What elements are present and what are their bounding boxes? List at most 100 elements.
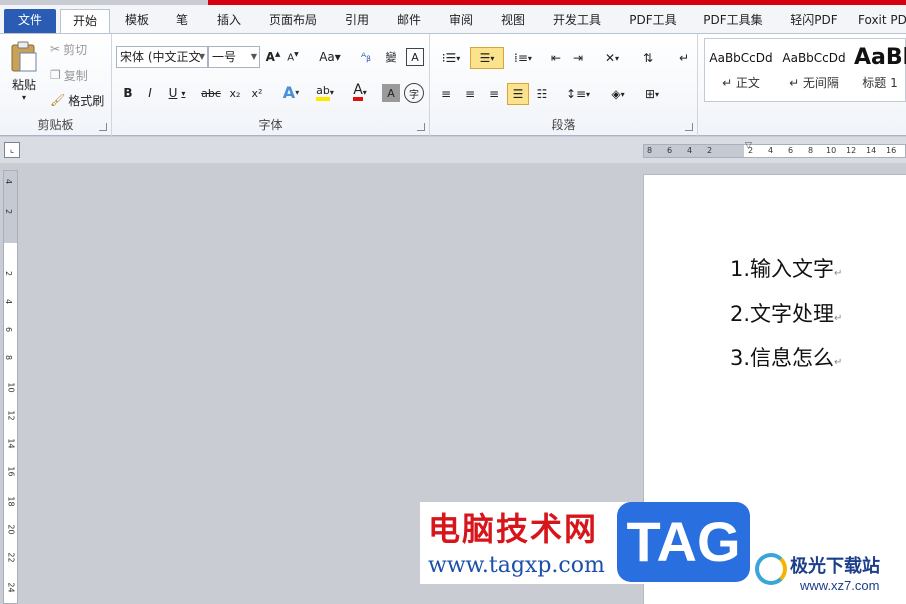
grow-font-button[interactable]: A▲ xyxy=(264,48,282,66)
paste-button[interactable]: 粘贴 ▾ xyxy=(6,38,42,104)
tab-view[interactable]: 视图 xyxy=(492,9,534,33)
ruler-number: 2 xyxy=(707,146,713,155)
tab-insert[interactable]: 插入 xyxy=(208,9,250,33)
underline-icon: U xyxy=(168,86,178,100)
enclose-characters-button[interactable]: 字 xyxy=(404,83,424,103)
chinese-layout-button[interactable]: ✕ ▾ xyxy=(598,48,626,68)
justify-button[interactable]: ☰ xyxy=(507,83,529,105)
align-left-button[interactable]: ≡ xyxy=(436,84,456,104)
tab-foxit[interactable]: Foxit PD xyxy=(858,9,906,33)
horizontal-ruler[interactable]: 8 6 4 2 2 4 6 8 10 12 14 16 ▽ xyxy=(643,141,906,158)
cut-label: 剪切 xyxy=(63,42,88,57)
italic-button[interactable]: I xyxy=(142,84,158,102)
align-center-button[interactable]: ≡ xyxy=(460,84,480,104)
ruler-number: 10 xyxy=(6,382,16,393)
ruler-number: 4 xyxy=(4,298,14,305)
paragraph-mark-icon: ↵ xyxy=(834,357,843,368)
borders-icon: ⊞ xyxy=(644,87,656,101)
ruler-number: 18 xyxy=(6,496,16,507)
change-case-button[interactable]: Aa▾ xyxy=(316,48,344,66)
styles-group: AaBbCcDd ↵ 正文 AaBbCcDd ↵ 无间隔 AaBl 标题 1 xyxy=(698,34,906,136)
bullets-button[interactable]: ⁝☰ ▾ xyxy=(436,48,466,68)
tab-mailings[interactable]: 邮件 xyxy=(388,9,430,33)
clipboard-group-label: 剪贴板 xyxy=(37,118,74,132)
paint-bucket-icon: ◈ xyxy=(611,87,621,101)
tab-selector-icon[interactable]: ⌞ xyxy=(4,142,20,158)
tab-template[interactable]: 模板 xyxy=(116,9,158,33)
increase-indent-button[interactable]: ⇥ xyxy=(568,48,588,68)
ribbon-tab-bar: 文件 开始 模板 笔 插入 页面布局 引用 邮件 审阅 视图 开发工具 PDF工… xyxy=(0,5,906,33)
copy-button[interactable]: ❐ 复制 xyxy=(50,66,88,84)
ruler-number: 12 xyxy=(846,146,857,155)
character-border-button[interactable]: A xyxy=(406,48,424,66)
document-line[interactable]: 3.信息怎么↵ xyxy=(730,342,842,372)
ruler-number: 8 xyxy=(647,146,653,155)
cut-button[interactable]: ✂ 剪切 xyxy=(50,40,87,58)
document-line[interactable]: 1.输入文字↵ xyxy=(730,253,842,283)
paste-label: 粘贴 xyxy=(11,77,36,92)
style-normal-sample: AaBbCcDd xyxy=(709,51,773,65)
highlight-button[interactable]: ab ▾ xyxy=(310,82,340,102)
underline-button[interactable]: U ▾ xyxy=(164,84,190,102)
format-painter-button[interactable]: 🖌 格式刷 xyxy=(50,91,104,109)
subscript-button[interactable]: x₂ xyxy=(226,84,244,102)
clear-format-button[interactable]: ᴬᵦ xyxy=(356,48,376,66)
tab-lightpdf[interactable]: 轻闪PDF xyxy=(782,9,846,33)
borders-button[interactable]: ⊞ ▾ xyxy=(638,84,666,104)
tab-pdf-toolset[interactable]: PDF工具集 xyxy=(698,9,768,33)
chinese-layout-icon: ✕ xyxy=(604,51,616,65)
font-launcher-icon[interactable] xyxy=(417,123,425,131)
tab-review[interactable]: 审阅 xyxy=(440,9,482,33)
distributed-icon: ☷ xyxy=(536,87,548,101)
character-shading-button[interactable]: A xyxy=(382,84,400,102)
font-size-combo[interactable]: 一号 ▼ xyxy=(208,46,260,68)
clear-format-icon: ᴬᵦ xyxy=(361,50,371,64)
bold-icon: B xyxy=(123,86,133,100)
tab-file[interactable]: 文件 xyxy=(4,9,56,33)
phonetic-guide-button[interactable]: 變 xyxy=(380,48,402,66)
align-right-button[interactable]: ≡ xyxy=(484,84,504,104)
ruler-number: 8 xyxy=(808,146,814,155)
sort-button[interactable]: ⇅ xyxy=(638,48,658,68)
line-spacing-button[interactable]: ↕≡ ▾ xyxy=(564,84,592,104)
ruler-margin-shade xyxy=(644,145,744,157)
superscript-button[interactable]: x² xyxy=(248,84,266,102)
tab-references[interactable]: 引用 xyxy=(336,9,378,33)
numbering-button[interactable]: ☰ ▾ xyxy=(470,47,504,69)
vertical-ruler[interactable]: 4 2 2 4 6 8 10 12 14 16 18 20 22 24 xyxy=(3,170,18,604)
strikethrough-icon: abc xyxy=(201,86,221,100)
style-heading-1[interactable]: AaBl 标题 1 xyxy=(854,42,906,102)
paste-dropdown-icon: ▾ xyxy=(21,92,26,102)
document-line[interactable]: 2.文字处理↵ xyxy=(730,298,842,328)
tab-pdf-tools[interactable]: PDF工具 xyxy=(622,9,684,33)
tab-pen[interactable]: 笔 xyxy=(168,9,196,33)
paragraph-launcher-icon[interactable] xyxy=(685,123,693,131)
distributed-button[interactable]: ☷ xyxy=(532,84,552,104)
strikethrough-button[interactable]: abc xyxy=(200,84,222,102)
highlighter-icon: ab xyxy=(316,84,330,101)
paragraph-mark-icon: ↵ xyxy=(834,268,843,279)
tab-page-layout[interactable]: 页面布局 xyxy=(262,9,324,33)
indent-marker-icon[interactable]: ▽ xyxy=(745,141,752,151)
style-no-spacing[interactable]: AaBbCcDd ↵ 无间隔 xyxy=(778,42,850,102)
bold-button[interactable]: B xyxy=(120,84,136,102)
shading-button[interactable]: ◈ ▾ xyxy=(604,84,632,104)
style-normal[interactable]: AaBbCcDd ↵ 正文 xyxy=(706,42,776,102)
decrease-indent-button[interactable]: ⇤ xyxy=(546,48,566,68)
show-marks-button[interactable]: ↵ xyxy=(674,48,694,68)
font-group: 宋体 (中文正文 ▼ 一号 ▼ A▲ A▼ Aa▾ ᴬᵦ 變 A B I U ▾ … xyxy=(112,34,430,136)
font-name-combo[interactable]: 宋体 (中文正文 ▼ xyxy=(116,46,208,68)
paragraph-group-label: 段落 xyxy=(551,118,576,132)
font-color-button[interactable]: A ▾ xyxy=(346,82,374,102)
ruler-number: 6 xyxy=(4,326,14,333)
change-case-icon: Aa▾ xyxy=(319,50,341,64)
text-effects-button[interactable]: A ▾ xyxy=(278,82,304,102)
ruler-number: 4 xyxy=(687,146,693,155)
tab-home[interactable]: 开始 xyxy=(60,9,110,33)
multilevel-list-button[interactable]: ⁞≡ ▾ xyxy=(508,48,538,68)
clipboard-launcher-icon[interactable] xyxy=(99,123,107,131)
tab-developer[interactable]: 开发工具 xyxy=(546,9,608,33)
enclose-characters-icon: 字 xyxy=(409,89,419,101)
format-painter-label: 格式刷 xyxy=(68,93,105,108)
shrink-font-button[interactable]: A▼ xyxy=(284,48,302,66)
